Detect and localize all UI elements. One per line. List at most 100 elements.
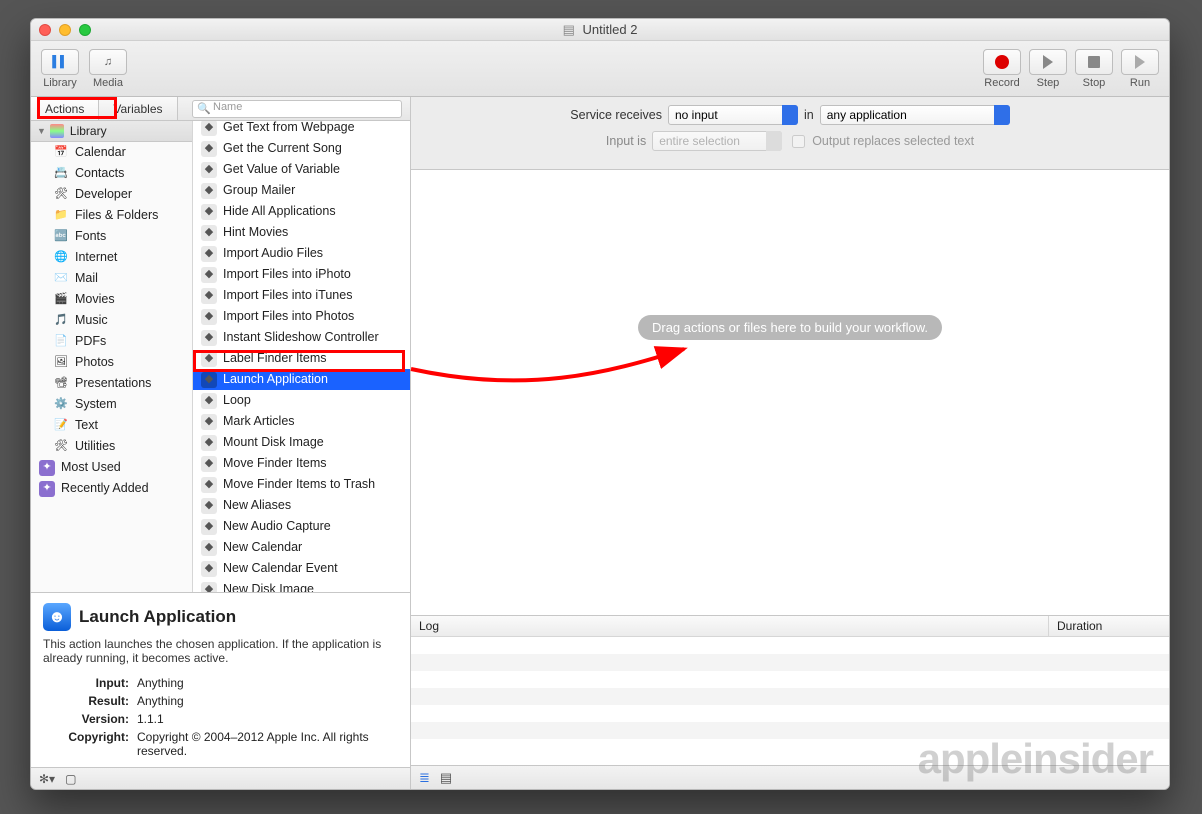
category-contacts[interactable]: 📇Contacts: [31, 163, 192, 184]
category-photos[interactable]: 🖼 Photos: [31, 352, 192, 373]
categories-list[interactable]: ▼ Library 📅Calendar📇Contacts🛠Developer📁F…: [31, 121, 193, 592]
action-move-finder-items-to-trash[interactable]: ◆Move Finder Items to Trash: [193, 474, 410, 495]
window-title: ▤ Untitled 2: [31, 22, 1169, 38]
stop-button[interactable]: Stop: [1075, 49, 1113, 89]
action-launch-application[interactable]: ◆Launch Application: [193, 369, 410, 390]
action-icon: ◆: [201, 372, 217, 388]
category-text[interactable]: 📝Text: [31, 415, 192, 436]
category-developer[interactable]: 🛠Developer: [31, 184, 192, 205]
service-receives-select[interactable]: no input ▲▼: [668, 105, 798, 125]
category-files-folders[interactable]: 📁Files & Folders: [31, 205, 192, 226]
tab-variables[interactable]: Variables: [99, 97, 177, 120]
category-icon: ✉️: [53, 271, 69, 287]
smart-most-used[interactable]: ✦Most Used: [31, 457, 192, 478]
action-icon: ◆: [201, 246, 217, 262]
action-label: Get Value of Variable: [223, 161, 340, 178]
category-label: Utilities: [75, 438, 115, 455]
action-label: New Aliases: [223, 497, 291, 514]
toggle-info-icon[interactable]: ▢: [65, 772, 76, 786]
category-label: Calendar: [75, 144, 126, 161]
view-list-icon[interactable]: ≣: [419, 770, 430, 786]
action-get-the-current-song[interactable]: ◆Get the Current Song: [193, 138, 410, 159]
log-header-duration[interactable]: Duration: [1049, 616, 1169, 636]
action-import-audio-files[interactable]: ◆ Import Audio Files: [193, 243, 410, 264]
action-move-finder-items[interactable]: ◆Move Finder Items: [193, 453, 410, 474]
category-icon: ⚙️: [53, 397, 69, 413]
category-label: Photos: [75, 354, 114, 371]
workflow-drop-area[interactable]: Drag actions or files here to build your…: [411, 170, 1169, 615]
category-fonts[interactable]: 🔤Fonts: [31, 226, 192, 247]
actions-list[interactable]: ◆Get Text from Webpage◆Get the Current S…: [193, 121, 410, 592]
library-root[interactable]: ▼ Library: [31, 121, 192, 142]
tab-actions[interactable]: Actions: [31, 97, 99, 120]
action-label: Hide All Applications: [223, 203, 336, 220]
category-presentations[interactable]: 📽Presentations: [31, 373, 192, 394]
library-button[interactable]: ▌▌ Library: [41, 49, 79, 89]
action-import-files-into-iphoto[interactable]: ◆Import Files into iPhoto: [193, 264, 410, 285]
view-grid-icon[interactable]: ▤: [440, 770, 452, 786]
action-label: New Calendar Event: [223, 560, 338, 577]
media-button[interactable]: ♫ Media: [89, 49, 127, 89]
category-icon: 🖼: [53, 355, 69, 371]
record-button[interactable]: Record: [983, 49, 1021, 89]
run-button[interactable]: Run: [1121, 49, 1159, 89]
category-utilities[interactable]: 🛠 Utilities: [31, 436, 192, 457]
action-label-finder-items[interactable]: ◆Label Finder Items: [193, 348, 410, 369]
record-icon: [995, 55, 1009, 69]
action-icon: ◆: [201, 141, 217, 157]
category-system[interactable]: ⚙️System: [31, 394, 192, 415]
action-new-calendar[interactable]: ◆New Calendar: [193, 537, 410, 558]
action-new-audio-capture[interactable]: ◆New Audio Capture: [193, 516, 410, 537]
category-icon: 📝: [53, 418, 69, 434]
action-loop[interactable]: ◆Loop: [193, 390, 410, 411]
action-icon: ◆: [201, 393, 217, 409]
action-hint-movies[interactable]: ◆Hint Movies: [193, 222, 410, 243]
action-mount-disk-image[interactable]: ◆Mount Disk Image: [193, 432, 410, 453]
category-movies[interactable]: 🎬Movies: [31, 289, 192, 310]
action-icon: ◆: [201, 540, 217, 556]
category-pdfs[interactable]: 📄PDFs: [31, 331, 192, 352]
action-import-files-into-itunes[interactable]: ◆Import Files into iTunes: [193, 285, 410, 306]
action-hide-all-applications[interactable]: ◆Hide All Applications: [193, 201, 410, 222]
category-internet[interactable]: 🌐Internet: [31, 247, 192, 268]
category-label: PDFs: [75, 333, 106, 350]
smart-recently-added[interactable]: ✦Recently Added: [31, 478, 192, 499]
action-icon: ◆: [201, 582, 217, 593]
category-calendar[interactable]: 📅Calendar: [31, 142, 192, 163]
step-button[interactable]: Step: [1029, 49, 1067, 89]
action-import-files-into-photos[interactable]: ◆Import Files into Photos: [193, 306, 410, 327]
library-label: Library: [70, 124, 107, 138]
main-area: Actions Variables Name ▼ Library 📅Calend…: [31, 97, 1169, 789]
media-label: Media: [93, 77, 123, 89]
action-new-disk-image[interactable]: ◆New Disk Image: [193, 579, 410, 592]
search-input[interactable]: Name: [192, 100, 402, 118]
category-icon: 🛠: [53, 187, 69, 203]
action-get-text-from-webpage[interactable]: ◆Get Text from Webpage: [193, 121, 410, 138]
gear-icon[interactable]: ✻▾: [39, 772, 55, 786]
action-mark-articles[interactable]: ◆Mark Articles: [193, 411, 410, 432]
action-label: Import Audio Files: [223, 245, 323, 262]
library-footer: ✻▾ ▢: [31, 767, 410, 789]
finder-icon: ☻: [43, 603, 71, 631]
action-new-aliases[interactable]: ◆New Aliases: [193, 495, 410, 516]
toolbar: ▌▌ Library ♫ Media Record Step Stop: [31, 41, 1169, 97]
action-new-calendar-event[interactable]: ◆New Calendar Event: [193, 558, 410, 579]
action-icon: ◆: [201, 456, 217, 472]
category-label: Mail: [75, 270, 98, 287]
category-music[interactable]: 🎵Music: [31, 310, 192, 331]
application-select[interactable]: any application ▲▼: [820, 105, 1010, 125]
action-instant-slideshow-controller[interactable]: ◆Instant Slideshow Controller: [193, 327, 410, 348]
action-group-mailer[interactable]: ◆Group Mailer: [193, 180, 410, 201]
category-icon: 🛠: [53, 439, 69, 455]
action-label: Hint Movies: [223, 224, 288, 241]
log-header-log[interactable]: Log: [411, 616, 1049, 636]
action-label: Label Finder Items: [223, 350, 327, 367]
library-label: Library: [43, 77, 77, 89]
category-icon: 🌐: [53, 250, 69, 266]
action-get-value-of-variable[interactable]: ◆Get Value of Variable: [193, 159, 410, 180]
category-mail[interactable]: ✉️ Mail: [31, 268, 192, 289]
action-label: Mark Articles: [223, 413, 295, 430]
action-icon: ◆: [201, 183, 217, 199]
service-config: Service receives no input ▲▼ in any appl…: [411, 97, 1169, 170]
watermark: appleinsider: [918, 735, 1153, 783]
